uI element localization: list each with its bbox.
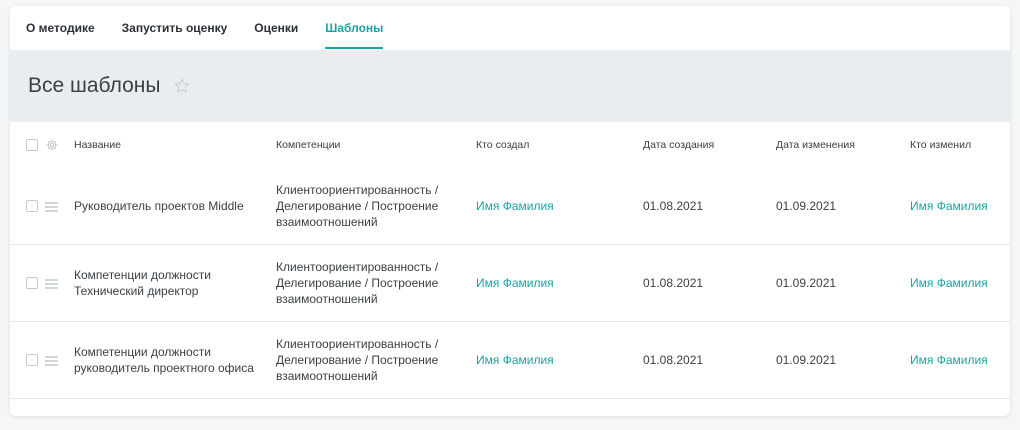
template-name[interactable]: Компетенции должности руководитель проек… [74,344,276,376]
tab-assessments[interactable]: Оценки [254,6,298,47]
table-row[interactable]: Компетенции должности Технический директ… [10,245,1010,322]
table-header-row: Название Компетенции Кто создал Дата соз… [10,122,1010,168]
competency-line: Делегирование / Построение [276,276,439,290]
changed-date: 01.09.2021 [776,276,837,290]
column-header-name[interactable]: Название [74,137,276,153]
template-name[interactable]: Руководитель проектов Middle [74,198,276,214]
template-competencies: Клиентоориентированность / Делегирование… [276,336,476,384]
changed-date: 01.09.2021 [776,353,837,367]
column-header-competencies[interactable]: Компетенции [276,137,476,153]
tab-about-method[interactable]: О методике [26,6,95,47]
template-competencies: Клиентоориентированность / Делегирование… [276,182,476,230]
tab-templates[interactable]: Шаблоны [325,6,384,49]
row-checkbox[interactable] [26,354,38,366]
editor-link[interactable]: Имя Фамилия [910,276,1010,290]
template-competencies: Клиентоориентированность / Делегирование… [276,259,476,307]
competency-line: Делегирование / Построение [276,353,439,367]
author-link[interactable]: Имя Фамилия [476,353,643,367]
table-row[interactable]: Компетенции должности руководитель проек… [10,322,1010,399]
column-header-created[interactable]: Дата создания [643,139,776,151]
row-checkbox[interactable] [26,277,38,289]
competency-line: взаимоотношений [276,292,378,306]
competency-line: Клиентоориентированность / [276,183,439,197]
page-header: Все шаблоны [10,50,1010,122]
column-header-changed[interactable]: Дата изменения [776,139,910,151]
created-date: 01.08.2021 [643,353,704,367]
tab-bar: О методике Запустить оценку Оценки Шабло… [10,6,1010,50]
competency-line: Делегирование / Построение [276,199,439,213]
competency-line: Клиентоориентированность / [276,337,439,351]
author-link[interactable]: Имя Фамилия [476,276,643,290]
star-outline-icon[interactable] [173,77,191,95]
template-name[interactable]: Компетенции должности Технический директ… [74,267,276,299]
competency-line: взаимоотношений [276,369,378,383]
editor-link[interactable]: Имя Фамилия [910,199,1010,213]
table-row[interactable]: Руководитель проектов Middle Клиентоорие… [10,168,1010,245]
drag-handle-icon[interactable] [45,201,58,212]
editor-link[interactable]: Имя Фамилия [910,353,1010,367]
drag-handle-icon[interactable] [45,355,58,366]
competency-line: взаимоотношений [276,215,378,229]
author-link[interactable]: Имя Фамилия [476,199,643,213]
column-header-author[interactable]: Кто создал [476,139,643,151]
templates-card: О методике Запустить оценку Оценки Шабло… [10,6,1010,416]
row-checkbox[interactable] [26,200,38,212]
created-date: 01.08.2021 [643,276,704,290]
select-all-checkbox[interactable] [26,139,38,151]
tab-launch-assessment[interactable]: Запустить оценку [122,6,228,47]
gear-icon[interactable] [46,139,58,151]
changed-date: 01.09.2021 [776,199,837,213]
column-header-editor[interactable]: Кто изменил [910,139,1010,151]
created-date: 01.08.2021 [643,199,704,213]
competency-line: Клиентоориентированность / [276,260,439,274]
page-title: Все шаблоны [28,74,161,97]
templates-table: Название Компетенции Кто создал Дата соз… [10,122,1010,399]
drag-handle-icon[interactable] [45,278,58,289]
